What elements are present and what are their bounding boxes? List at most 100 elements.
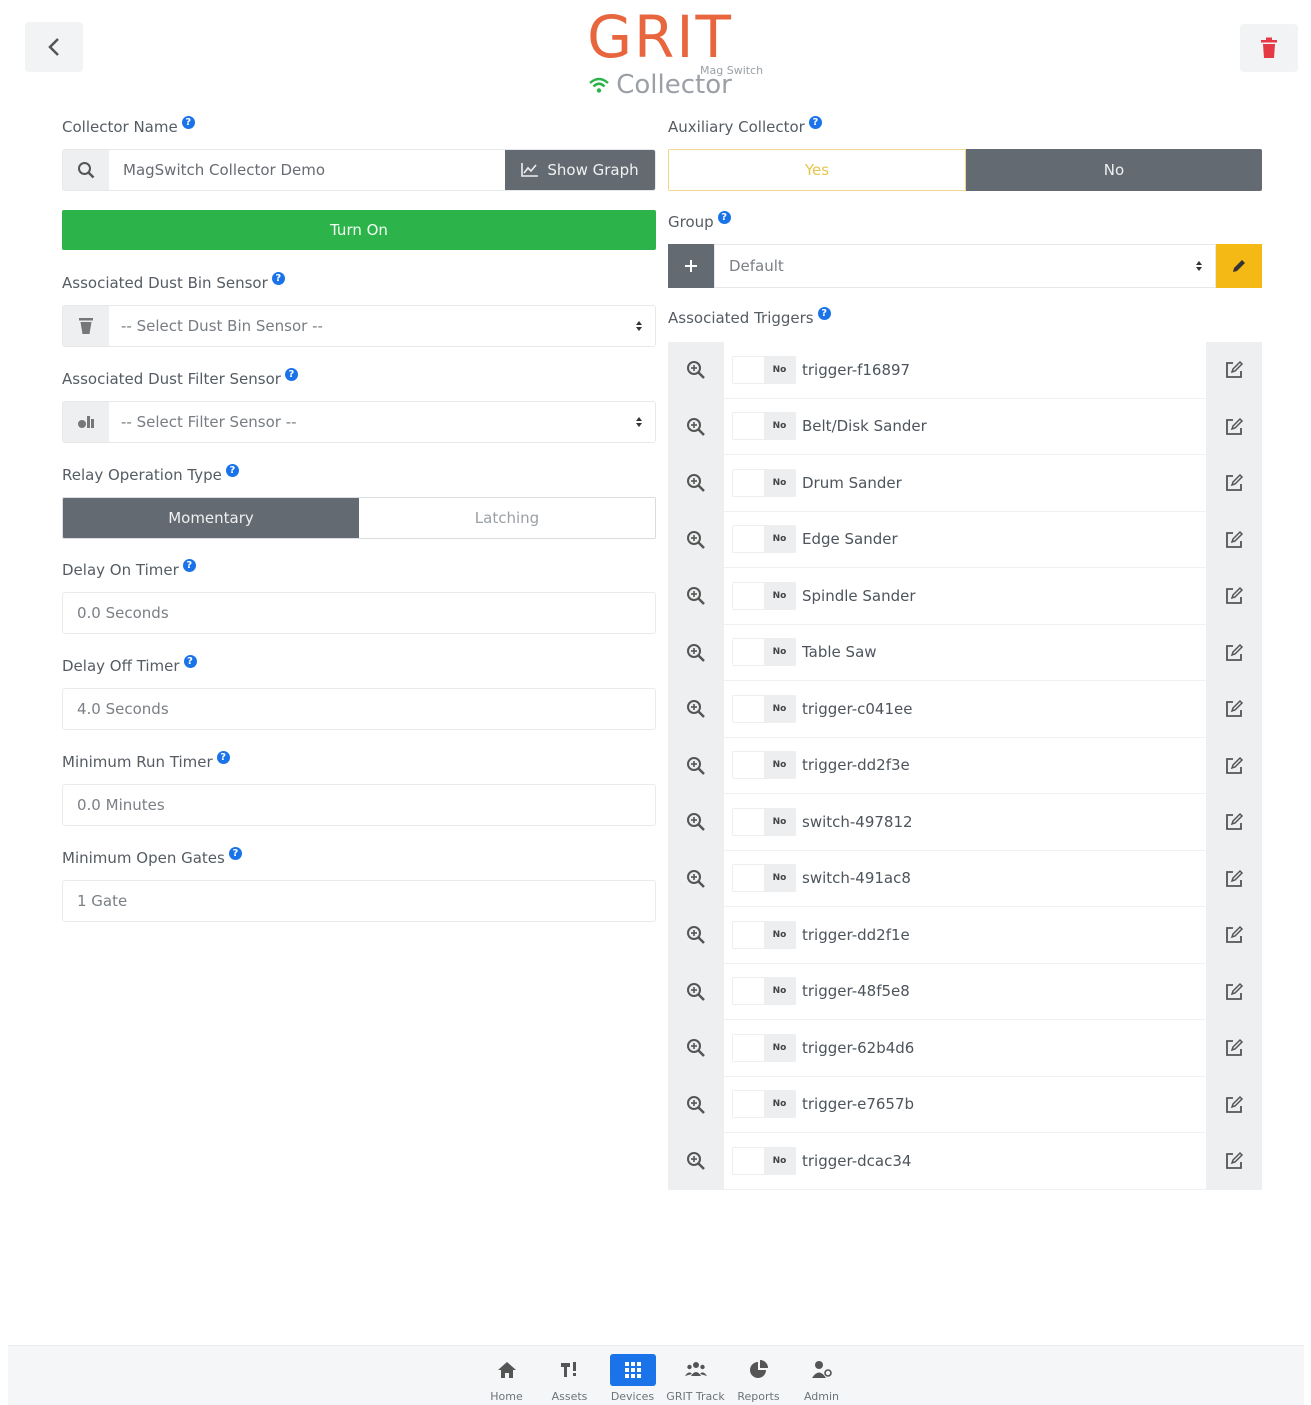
min-run-label: Minimum Run Timer? [62, 750, 230, 773]
help-icon[interactable]: ? [225, 463, 239, 477]
trigger-zoom-button[interactable] [668, 568, 724, 625]
trigger-open-button[interactable] [1206, 342, 1262, 399]
trigger-toggle[interactable]: No [732, 468, 796, 497]
zoom-in-icon [687, 417, 705, 436]
toggle-no-label: No [764, 1034, 795, 1061]
trigger-toggle[interactable]: No [732, 864, 796, 893]
trigger-open-button[interactable] [1206, 568, 1262, 625]
trigger-open-button[interactable] [1206, 455, 1262, 512]
trigger-open-button[interactable] [1206, 511, 1262, 568]
trigger-toggle[interactable]: No [732, 694, 796, 723]
trigger-toggle[interactable]: No [732, 1090, 796, 1119]
trigger-open-button[interactable] [1206, 1133, 1262, 1190]
auxiliary-yes-option[interactable]: Yes [668, 149, 966, 191]
trigger-zoom-button[interactable] [668, 511, 724, 568]
nav-item-admin[interactable]: Admin [793, 1354, 850, 1403]
trigger-open-button[interactable] [1206, 850, 1262, 907]
trigger-toggle[interactable]: No [732, 977, 796, 1006]
trigger-toggle[interactable]: No [732, 412, 796, 441]
collector-name-input[interactable] [109, 150, 505, 190]
nav-item-reports[interactable]: Reports [730, 1354, 787, 1403]
nav-item-grit-track[interactable]: GRIT Track [666, 1354, 725, 1403]
trigger-row: No switch-491ac8 [668, 850, 1262, 907]
help-icon[interactable]: ? [228, 846, 242, 860]
chevron-left-icon [48, 38, 59, 56]
trigger-toggle[interactable]: No [732, 355, 796, 384]
delay-off-input[interactable]: 4.0 Seconds [62, 688, 656, 730]
help-icon[interactable]: ? [271, 271, 285, 285]
help-icon[interactable]: ? [216, 750, 230, 764]
help-icon[interactable]: ? [808, 115, 822, 129]
trigger-zoom-button[interactable] [668, 342, 724, 399]
edit-group-button[interactable] [1216, 244, 1262, 288]
triggers-label: Associated Triggers? [668, 306, 831, 329]
trigger-open-button[interactable] [1206, 624, 1262, 681]
help-icon[interactable]: ? [284, 367, 298, 381]
external-edit-icon [1226, 474, 1244, 492]
trigger-open-button[interactable] [1206, 398, 1262, 455]
dust-filter-select[interactable]: -- Select Filter Sensor -- [109, 402, 655, 442]
trigger-toggle[interactable]: No [732, 807, 796, 836]
trigger-zoom-button[interactable] [668, 681, 724, 738]
trigger-open-button[interactable] [1206, 1020, 1262, 1077]
help-icon[interactable]: ? [182, 558, 196, 572]
zoom-in-icon [687, 361, 705, 380]
dust-bin-icon [79, 318, 93, 334]
toggle-no-label: No [764, 865, 795, 892]
trigger-zoom-button[interactable] [668, 398, 724, 455]
turn-on-button[interactable]: Turn On [62, 210, 656, 250]
min-run-input[interactable]: 0.0 Minutes [62, 784, 656, 826]
external-edit-icon [1226, 700, 1244, 718]
trigger-toggle[interactable]: No [732, 525, 796, 554]
trigger-zoom-button[interactable] [668, 1133, 724, 1190]
help-icon[interactable]: ? [817, 306, 831, 320]
help-icon[interactable]: ? [717, 210, 731, 224]
trigger-open-button[interactable] [1206, 737, 1262, 794]
trigger-zoom-button[interactable] [668, 850, 724, 907]
external-edit-icon [1226, 813, 1244, 831]
relay-type-segment: Momentary Latching [62, 497, 656, 539]
relay-momentary-option[interactable]: Momentary [63, 498, 359, 538]
trigger-open-button[interactable] [1206, 1076, 1262, 1133]
trigger-open-button[interactable] [1206, 794, 1262, 851]
relay-latching-option[interactable]: Latching [359, 498, 655, 538]
auxiliary-no-option[interactable]: No [966, 149, 1262, 191]
delay-on-input[interactable]: 0.0 Seconds [62, 592, 656, 634]
trigger-zoom-button[interactable] [668, 1020, 724, 1077]
trigger-toggle[interactable]: No [732, 581, 796, 610]
toggle-no-label: No [764, 978, 795, 1005]
min-gates-input[interactable]: 1 Gate [62, 880, 656, 922]
trigger-zoom-button[interactable] [668, 1076, 724, 1133]
auxiliary-segment: Yes No [668, 149, 1262, 191]
trigger-toggle[interactable]: No [732, 751, 796, 780]
trigger-open-button[interactable] [1206, 907, 1262, 964]
trigger-zoom-button[interactable] [668, 455, 724, 512]
delay-off-label: Delay Off Timer? [62, 654, 197, 677]
trigger-toggle[interactable]: No [732, 1146, 796, 1175]
help-icon[interactable]: ? [183, 654, 197, 668]
trigger-zoom-button[interactable] [668, 907, 724, 964]
trigger-toggle[interactable]: No [732, 638, 796, 667]
back-button[interactable] [25, 22, 83, 72]
trigger-zoom-button[interactable] [668, 624, 724, 681]
trigger-open-button[interactable] [1206, 681, 1262, 738]
search-icon [78, 162, 95, 179]
trigger-zoom-button[interactable] [668, 794, 724, 851]
trigger-toggle[interactable]: No [732, 920, 796, 949]
help-icon[interactable]: ? [181, 115, 195, 129]
trigger-toggle[interactable]: No [732, 1033, 796, 1062]
trigger-open-button[interactable] [1206, 963, 1262, 1020]
nav-item-devices[interactable]: Devices [604, 1354, 661, 1403]
nav-item-home[interactable]: Home [478, 1354, 535, 1403]
trigger-zoom-button[interactable] [668, 963, 724, 1020]
delay-on-label: Delay On Timer? [62, 558, 196, 581]
delete-button[interactable] [1240, 24, 1298, 72]
toggle-no-label: No [764, 582, 795, 609]
dust-bin-select[interactable]: -- Select Dust Bin Sensor -- [109, 306, 655, 346]
nav-item-assets[interactable]: Assets [541, 1354, 598, 1403]
add-group-button[interactable] [668, 244, 714, 288]
group-select[interactable]: Default [714, 244, 1216, 288]
trigger-zoom-button[interactable] [668, 737, 724, 794]
toggle-no-label: No [764, 1091, 795, 1118]
show-graph-button[interactable]: Show Graph [505, 150, 655, 190]
